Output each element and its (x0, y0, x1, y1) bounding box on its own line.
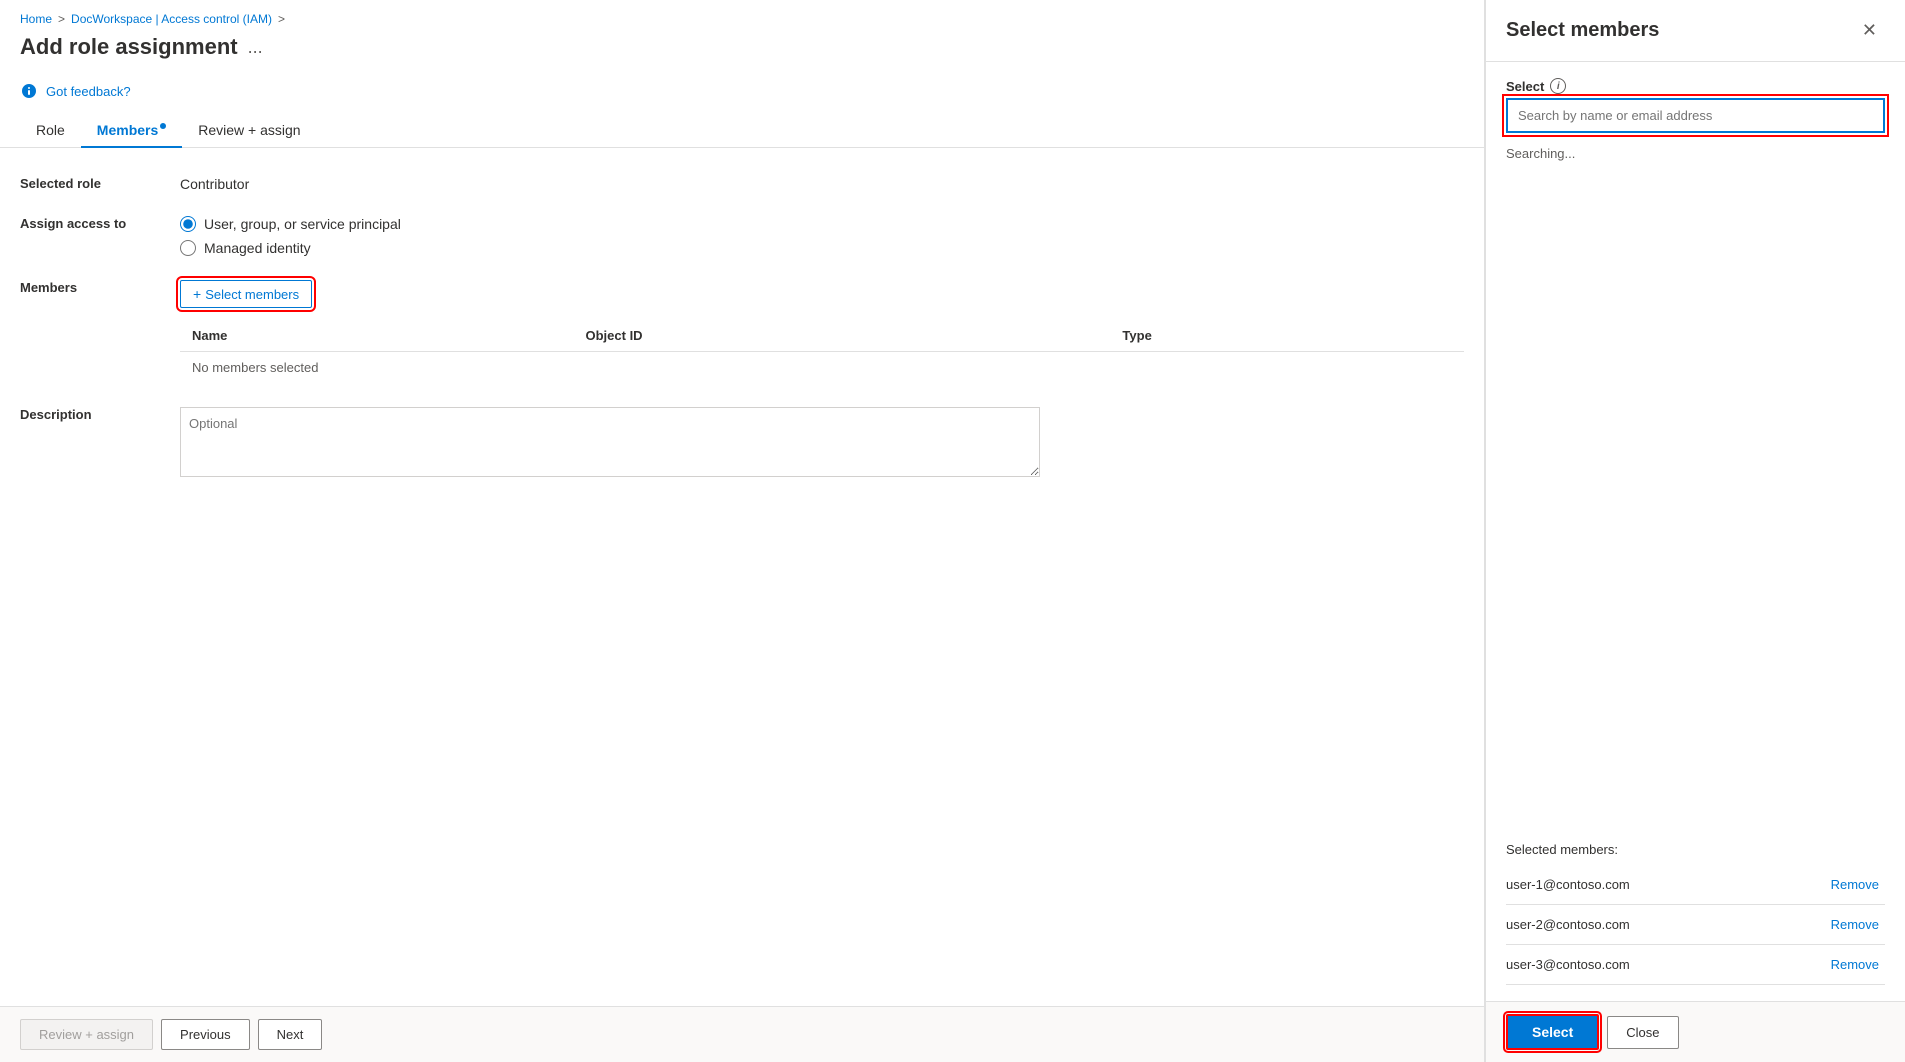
col-object-id: Object ID (574, 320, 1111, 352)
assign-access-row: Assign access to User, group, or service… (20, 212, 1464, 256)
members-tab-dot (160, 123, 166, 129)
review-assign-button: Review + assign (20, 1019, 153, 1050)
search-input[interactable] (1508, 100, 1883, 131)
assign-access-label: Assign access to (20, 212, 180, 231)
breadcrumb: Home > DocWorkspace | Access control (IA… (0, 0, 1484, 26)
member-email-3: user-3@contoso.com (1506, 957, 1630, 972)
form-content: Selected role Contributor Assign access … (0, 148, 1484, 1006)
right-panel-footer: Select Close (1486, 1001, 1905, 1062)
right-panel: Select members ✕ Select i Searching... S… (1485, 0, 1905, 1062)
members-value: + Select members Name Object ID Type (180, 276, 1464, 383)
description-value (180, 403, 1464, 480)
list-item: user-1@contoso.com Remove (1506, 865, 1885, 905)
col-name: Name (180, 320, 574, 352)
right-panel-body: Select i Searching... Selected members: … (1486, 62, 1905, 1001)
plus-icon: + (193, 286, 201, 302)
members-table: Name Object ID Type No members selected (180, 320, 1464, 383)
left-panel: Home > DocWorkspace | Access control (IA… (0, 0, 1485, 1062)
radio-managed[interactable]: Managed identity (180, 240, 1464, 256)
radio-group: User, group, or service principal Manage… (180, 216, 1464, 256)
radio-user-label: User, group, or service principal (204, 216, 401, 232)
breadcrumb-sep-2: > (278, 12, 285, 26)
previous-button[interactable]: Previous (161, 1019, 250, 1050)
selected-role-value: Contributor (180, 172, 1464, 192)
empty-message: No members selected (180, 352, 1464, 384)
radio-managed-input[interactable] (180, 240, 196, 256)
info-icon[interactable]: i (1550, 78, 1566, 94)
next-button[interactable]: Next (258, 1019, 323, 1050)
selected-role-row: Selected role Contributor (20, 172, 1464, 192)
select-members-label: Select members (205, 287, 299, 302)
tab-review-assign[interactable]: Review + assign (182, 114, 316, 148)
member-email-2: user-2@contoso.com (1506, 917, 1630, 932)
remove-member-3-button[interactable]: Remove (1825, 955, 1885, 974)
description-label: Description (20, 403, 180, 422)
select-members-button[interactable]: + Select members (180, 280, 312, 308)
close-panel-button[interactable]: ✕ (1854, 16, 1885, 45)
feedback-label: Got feedback? (46, 84, 131, 99)
page-title-area: Add role assignment ... (0, 26, 1484, 76)
main-container: Home > DocWorkspace | Access control (IA… (0, 0, 1905, 1062)
selected-members-label: Selected members: (1506, 842, 1885, 857)
feedback-bar[interactable]: Got feedback? (0, 76, 1484, 114)
right-panel-header: Select members ✕ (1486, 0, 1905, 62)
search-input-wrapper (1506, 98, 1885, 133)
member-email-1: user-1@contoso.com (1506, 877, 1630, 892)
close-button[interactable]: Close (1607, 1016, 1678, 1049)
select-button[interactable]: Select (1506, 1014, 1599, 1050)
searching-text: Searching... (1506, 142, 1575, 165)
description-row: Description (20, 403, 1464, 480)
feedback-icon (20, 82, 38, 100)
right-panel-title: Select members (1506, 19, 1659, 42)
breadcrumb-workspace[interactable]: DocWorkspace | Access control (IAM) (71, 12, 272, 26)
remove-member-1-button[interactable]: Remove (1825, 875, 1885, 894)
list-item: user-3@contoso.com Remove (1506, 945, 1885, 985)
selected-role-label: Selected role (20, 172, 180, 191)
search-section: Select i (1506, 78, 1885, 133)
breadcrumb-home[interactable]: Home (20, 12, 52, 26)
table-row-empty: No members selected (180, 352, 1464, 384)
list-item: user-2@contoso.com Remove (1506, 905, 1885, 945)
searching-status: Searching... (1506, 145, 1885, 161)
breadcrumb-sep-1: > (58, 12, 65, 26)
remove-member-2-button[interactable]: Remove (1825, 915, 1885, 934)
radio-user-input[interactable] (180, 216, 196, 232)
select-label-row: Select i (1506, 78, 1885, 94)
bottom-bar: Review + assign Previous Next (0, 1006, 1484, 1062)
page-title: Add role assignment (20, 34, 238, 60)
col-type: Type (1110, 320, 1464, 352)
radio-user[interactable]: User, group, or service principal (180, 216, 1464, 232)
members-row: Members + Select members Name Object ID … (20, 276, 1464, 383)
description-textarea[interactable] (180, 407, 1040, 477)
assign-access-options: User, group, or service principal Manage… (180, 212, 1464, 256)
members-label: Members (20, 276, 180, 295)
tabs-area: Role Members Review + assign (0, 114, 1484, 148)
radio-managed-label: Managed identity (204, 240, 311, 256)
tab-role[interactable]: Role (20, 114, 81, 148)
tab-members[interactable]: Members (81, 114, 182, 148)
page-ellipsis-button[interactable]: ... (248, 37, 263, 58)
selected-members-section: Selected members: user-1@contoso.com Rem… (1506, 826, 1885, 985)
select-label: Select (1506, 79, 1544, 94)
table-header-row: Name Object ID Type (180, 320, 1464, 352)
